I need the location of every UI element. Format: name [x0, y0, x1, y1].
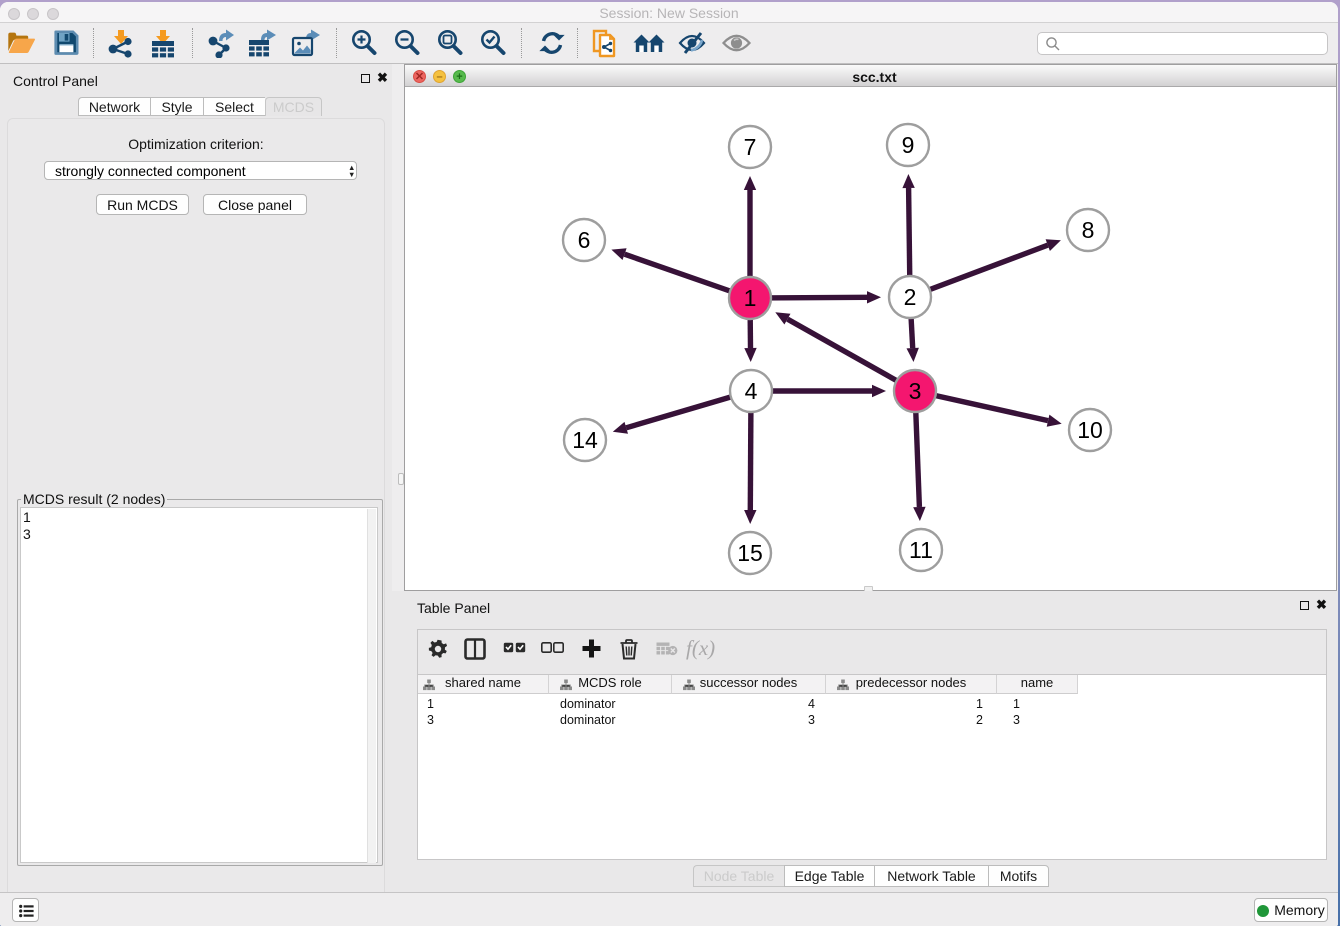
svg-text:4: 4 [745, 378, 758, 404]
svg-text:3: 3 [909, 378, 922, 404]
svg-text:14: 14 [572, 427, 598, 453]
svg-text:11: 11 [909, 537, 933, 563]
svg-text:1: 1 [744, 285, 757, 311]
svg-text:8: 8 [1082, 217, 1095, 243]
svg-text:10: 10 [1077, 417, 1103, 443]
svg-text:6: 6 [578, 227, 591, 253]
svg-text:2: 2 [904, 284, 917, 310]
svg-text:9: 9 [902, 132, 915, 158]
svg-text:7: 7 [744, 134, 757, 160]
svg-text:15: 15 [737, 540, 763, 566]
